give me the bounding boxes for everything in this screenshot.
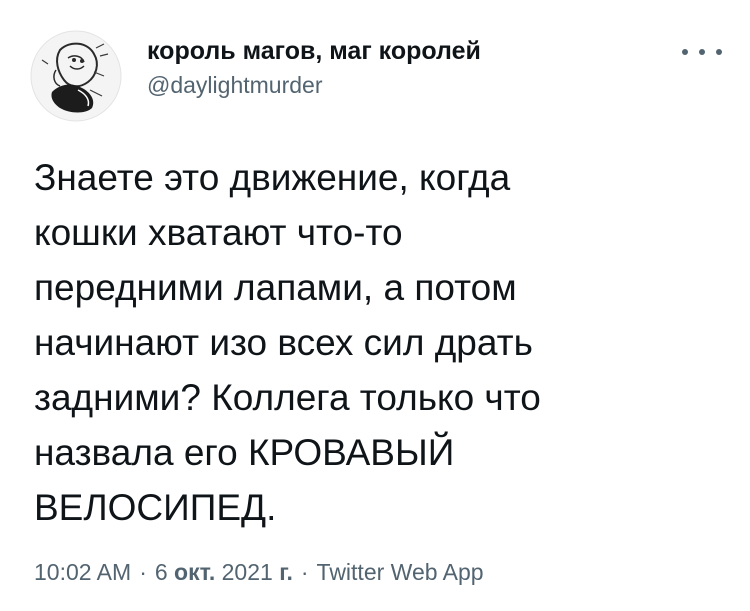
more-dot — [682, 49, 688, 55]
tweet-day[interactable]: 6 — [155, 559, 168, 585]
tweet-month[interactable]: окт. — [174, 559, 215, 585]
more-dot — [716, 49, 722, 55]
tweet-year[interactable]: 2021 — [222, 559, 273, 585]
separator: · — [139, 559, 147, 585]
tweet-meta: 10:02 AM · 6 окт. 2021 г. · Twitter Web App — [34, 557, 484, 587]
separator: · — [300, 559, 309, 585]
tweet-time[interactable]: 10:02 AM — [34, 559, 131, 585]
handle[interactable]: @daylightmurder — [147, 70, 481, 100]
tweet: король магов, маг королей @daylightmurde… — [0, 0, 750, 611]
more-options-icon[interactable] — [682, 42, 722, 62]
source-app-link[interactable]: Twitter Web App — [317, 559, 484, 585]
tweet-text: Знаете это движение, когда кошки хватают… — [34, 157, 541, 528]
avatar-sketch-icon — [30, 30, 122, 122]
author-block: король магов, маг королей @daylightmurde… — [147, 36, 481, 100]
display-name[interactable]: король магов, маг королей — [147, 36, 481, 66]
avatar[interactable] — [30, 30, 122, 122]
tweet-year-suffix: г. — [279, 559, 293, 585]
more-dot — [699, 49, 705, 55]
